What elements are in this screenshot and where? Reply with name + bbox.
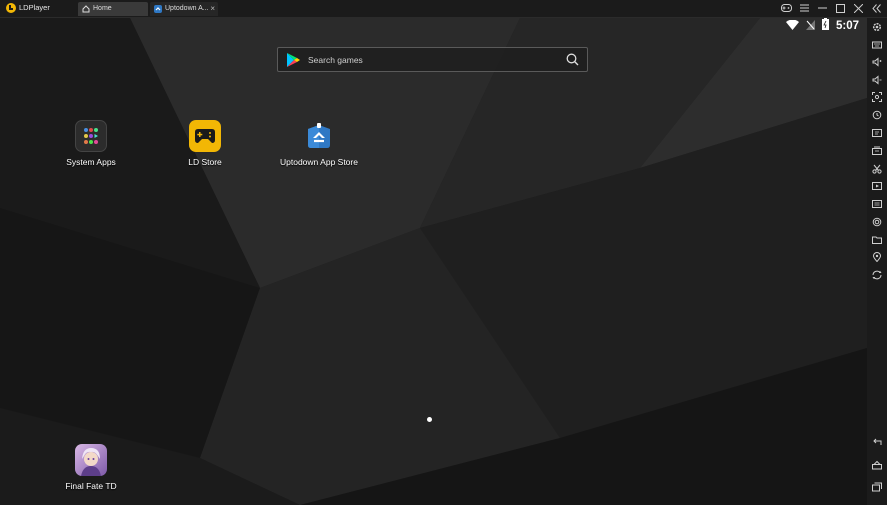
tab-home[interactable]: Home: [78, 2, 148, 16]
install-apk-icon[interactable]: [872, 128, 882, 138]
synchronizer-icon[interactable]: [872, 199, 882, 209]
page-indicator: [427, 417, 432, 422]
location-icon[interactable]: [872, 252, 882, 262]
video-record-icon[interactable]: [872, 181, 882, 191]
android-home-screen[interactable]: 5:07 Search games System Apps LD Store U…: [0, 18, 867, 505]
app-final-fate-td[interactable]: Final Fate TD: [41, 444, 141, 491]
status-bar: 5:07: [785, 18, 859, 35]
search-bar[interactable]: Search games: [277, 47, 588, 72]
title-bar: LDPlayer Home Uptodown A... ×: [0, 0, 887, 18]
tab-close-icon[interactable]: ×: [210, 2, 215, 16]
search-icon[interactable]: [566, 53, 579, 71]
window-controls: [781, 1, 881, 16]
menu-icon[interactable]: [799, 4, 809, 14]
app-system-apps[interactable]: System Apps: [41, 120, 141, 167]
screenshot-icon[interactable]: [872, 92, 882, 102]
app-title: LDPlayer: [19, 3, 50, 12]
shake-icon[interactable]: [872, 270, 882, 280]
android-home-icon[interactable]: [872, 460, 882, 470]
tab-uptodown[interactable]: Uptodown A... ×: [150, 2, 218, 16]
volume-down-icon[interactable]: [872, 75, 882, 85]
search-input[interactable]: Search games: [308, 55, 363, 65]
multi-instance-icon[interactable]: [872, 146, 882, 156]
tab-home-label: Home: [93, 5, 112, 12]
tab-uptodown-label: Uptodown A...: [165, 5, 209, 12]
operation-record-icon[interactable]: [872, 217, 882, 227]
ldplayer-window: LDPlayer Home Uptodown A... × 5:07 Searc…: [0, 0, 887, 505]
gamepad-icon[interactable]: [781, 3, 792, 14]
uptodown-icon: [303, 120, 335, 152]
home-icon: [82, 5, 90, 13]
close-icon[interactable]: [853, 3, 863, 14]
battery-icon: [821, 18, 829, 35]
keyboard-icon[interactable]: [872, 40, 882, 50]
ld-store-icon: [189, 120, 221, 152]
app-label: Uptodown App Store: [280, 157, 358, 167]
google-play-icon: [286, 53, 300, 72]
maximize-icon[interactable]: [835, 3, 845, 14]
wallpaper: [0, 18, 867, 505]
status-time: 5:07: [835, 20, 859, 32]
scissors-icon[interactable]: [872, 164, 882, 174]
app-ld-store[interactable]: LD Store: [155, 120, 255, 167]
no-signal-icon: [805, 18, 815, 35]
collapse-sidebar-icon[interactable]: [871, 3, 881, 14]
folder-icon[interactable]: [872, 235, 882, 245]
final-fate-td-icon: [75, 444, 107, 476]
settings-icon[interactable]: [872, 22, 882, 32]
right-toolbar: [867, 18, 887, 505]
minimize-icon[interactable]: [817, 4, 827, 14]
system-apps-icon: [75, 120, 107, 152]
app-label: System Apps: [66, 157, 116, 167]
rotate-icon[interactable]: [872, 110, 882, 120]
uptodown-icon: [154, 5, 162, 13]
ldplayer-logo-icon: [6, 3, 16, 13]
app-label: Final Fate TD: [65, 481, 117, 491]
recent-apps-icon[interactable]: [872, 482, 882, 492]
app-uptodown[interactable]: Uptodown App Store: [269, 120, 369, 167]
back-icon[interactable]: [872, 438, 882, 448]
wifi-icon: [785, 18, 799, 35]
volume-up-icon[interactable]: [872, 57, 882, 67]
app-label: LD Store: [188, 157, 222, 167]
